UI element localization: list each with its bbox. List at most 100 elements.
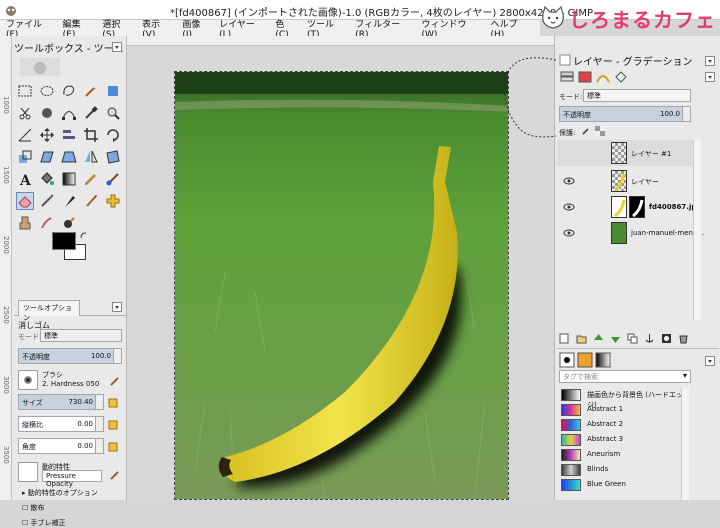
heal-tool[interactable]	[104, 192, 122, 210]
gradients-tab-icon[interactable]	[595, 352, 611, 368]
gradient-item[interactable]: Abstract 1	[559, 403, 683, 417]
layer-opacity-slider[interactable]: 不透明度 100.0	[559, 106, 691, 122]
dodge-burn-tool[interactable]	[60, 214, 78, 232]
fuzzy-select-tool[interactable]	[82, 82, 100, 100]
layer-opacity-spinner[interactable]	[682, 107, 690, 121]
cage-transform-tool[interactable]	[104, 148, 122, 166]
ink-tool[interactable]	[60, 192, 78, 210]
text-tool[interactable]: A	[16, 170, 34, 188]
size-slider[interactable]: サイズ 730.40	[18, 394, 104, 410]
patterns-tab-icon[interactable]	[577, 352, 593, 368]
zoom-tool[interactable]	[104, 104, 122, 122]
new-layer-icon[interactable]	[559, 333, 570, 344]
paths-tab-icon[interactable]	[595, 70, 611, 84]
vertical-ruler[interactable]: 1000 1500 2000 2500 3000 3500	[0, 36, 12, 500]
eye-icon[interactable]	[563, 228, 575, 238]
edit-brush-icon[interactable]	[110, 376, 120, 386]
dynamics-select[interactable]: Pressure Opacity	[42, 470, 102, 488]
brushes-tab-icon[interactable]	[559, 352, 575, 368]
bucket-fill-tool[interactable]	[38, 170, 56, 188]
tab-tool-options[interactable]: ツールオプション	[18, 300, 80, 322]
dynamics-preview[interactable]	[18, 462, 38, 482]
angle-spinner[interactable]	[95, 439, 103, 453]
size-spinner[interactable]	[95, 395, 103, 409]
foreground-color-swatch[interactable]	[52, 232, 76, 250]
tab-menu-icon[interactable]	[705, 72, 715, 82]
aspect-slider[interactable]: 縦横比 0.00	[18, 416, 104, 432]
edit-dynamics-icon[interactable]	[110, 470, 120, 480]
fg-bg-colors[interactable]	[52, 232, 90, 262]
gradient-item[interactable]: Abstract 2	[559, 418, 683, 432]
gradient-item[interactable]: Blinds	[559, 463, 683, 477]
gradient-item[interactable]: Blue Green	[559, 478, 683, 492]
swap-colors-icon[interactable]	[80, 232, 88, 240]
align-tool[interactable]	[60, 126, 78, 144]
channels-tab-icon[interactable]	[577, 70, 593, 84]
gradients-scrollbar[interactable]	[681, 388, 689, 500]
opacity-slider[interactable]: 不透明度 100.0	[18, 348, 122, 364]
blend-tool[interactable]	[60, 170, 78, 188]
mypaint-brush-tool[interactable]	[82, 192, 100, 210]
mode-select[interactable]: 標準	[40, 329, 122, 342]
dynamics-options-expander[interactable]: ▸ 動的特性のオプション	[22, 488, 98, 498]
ellipse-select-tool[interactable]	[38, 82, 56, 100]
clone-tool[interactable]	[16, 214, 34, 232]
eye-icon[interactable]	[563, 176, 575, 186]
gradient-tag-filter[interactable]: タグで検索 ▾	[559, 370, 691, 383]
brush-preview[interactable]	[18, 370, 38, 390]
scissors-tool[interactable]	[16, 104, 34, 122]
color-picker-tool[interactable]	[82, 104, 100, 122]
free-select-tool[interactable]	[60, 82, 78, 100]
layers-scrollbar[interactable]	[693, 140, 701, 320]
image-canvas[interactable]	[174, 71, 509, 500]
delete-layer-icon[interactable]	[678, 333, 689, 344]
tab-menu-icon[interactable]	[705, 356, 715, 366]
airbrush-tool[interactable]	[38, 192, 56, 210]
layer-mode-select[interactable]: 標準	[583, 89, 691, 102]
move-tool[interactable]	[38, 126, 56, 144]
lock-alpha-icon[interactable]	[595, 126, 605, 136]
lock-pixels-icon[interactable]	[581, 126, 591, 136]
gradient-item[interactable]: Abstract 3	[559, 433, 683, 447]
mask-layer-icon[interactable]	[661, 333, 672, 344]
shear-tool[interactable]	[38, 148, 56, 166]
reset-aspect-icon[interactable]	[108, 420, 118, 430]
angle-slider[interactable]: 角度 0.00	[18, 438, 104, 454]
pencil-tool[interactable]	[82, 170, 100, 188]
flip-tool[interactable]	[82, 148, 100, 166]
reset-angle-icon[interactable]	[108, 442, 118, 452]
image-canvas-area[interactable]	[127, 36, 554, 500]
paths-tool[interactable]	[60, 104, 78, 122]
measure-tool[interactable]	[16, 126, 34, 144]
panel-menu-icon[interactable]	[112, 42, 122, 52]
reset-size-icon[interactable]	[108, 398, 118, 408]
perspective-tool[interactable]	[60, 148, 78, 166]
color-select-tool[interactable]	[104, 82, 122, 100]
smudge-tool[interactable]	[38, 214, 56, 232]
gradient-item[interactable]: Aneurism	[559, 448, 683, 462]
eraser-tool[interactable]	[16, 192, 34, 210]
rotate-tool[interactable]	[104, 126, 122, 144]
gradient-item[interactable]: 描画色から背景色 (ハードエッジ)	[559, 388, 683, 409]
panel-menu-icon[interactable]	[705, 56, 715, 66]
duplicate-layer-icon[interactable]	[627, 333, 638, 344]
rect-select-tool[interactable]	[16, 82, 34, 100]
raise-layer-icon[interactable]	[593, 333, 604, 344]
eye-icon[interactable]	[563, 202, 575, 212]
crop-tool[interactable]	[82, 126, 100, 144]
undo-tab-icon[interactable]	[613, 70, 629, 84]
paintbrush-tool[interactable]	[104, 170, 122, 188]
scatter-checkbox[interactable]: ☐ 散布	[22, 503, 45, 513]
layers-tab-icon[interactable]	[559, 70, 575, 84]
layer-row[interactable]: juan-manuel-mend…	[557, 220, 704, 246]
opacity-spinner[interactable]	[113, 349, 121, 363]
layer-row[interactable]: レイヤー #1	[557, 140, 693, 166]
aspect-spinner[interactable]	[95, 417, 103, 431]
foreground-select-tool[interactable]	[38, 104, 56, 122]
layer-row[interactable]: レイヤー	[557, 168, 693, 194]
anchor-layer-icon[interactable]	[644, 333, 655, 344]
scale-tool[interactable]	[16, 148, 34, 166]
tab-menu-icon[interactable]	[112, 302, 122, 312]
horizontal-ruler[interactable]	[127, 36, 554, 46]
layer-row[interactable]: fd400867.jpg	[557, 194, 701, 220]
